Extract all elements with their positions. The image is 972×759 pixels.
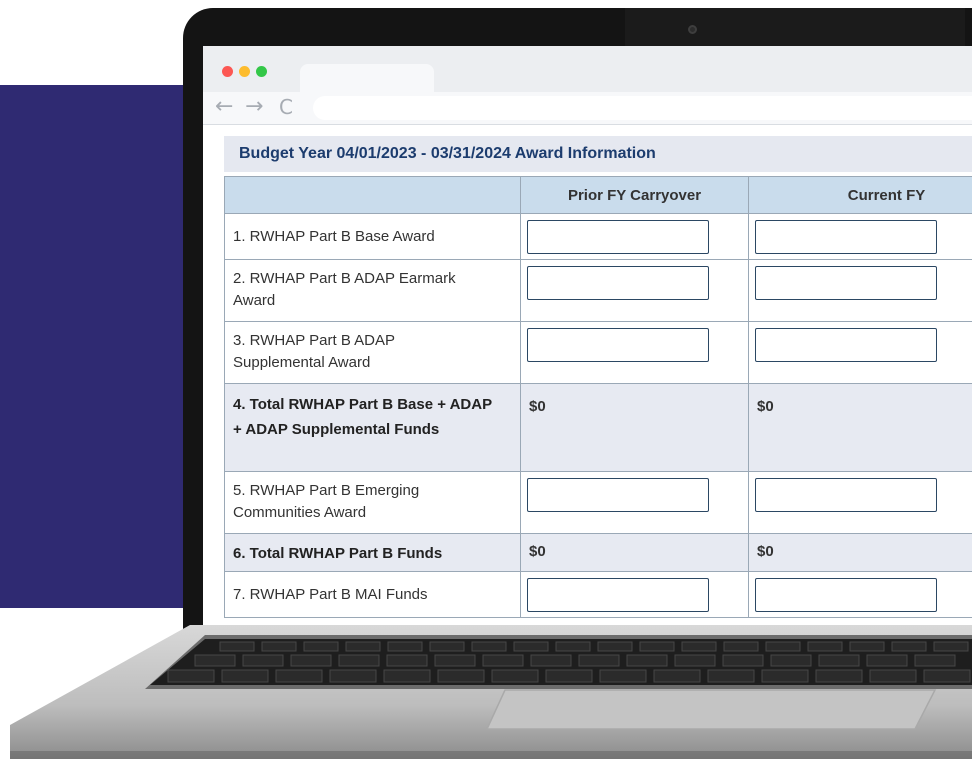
- maximize-window-icon[interactable]: [256, 66, 267, 77]
- row-label: 2. RWHAP Part B ADAP Earmark Award: [233, 270, 456, 309]
- row-label: 1. RWHAP Part B Base Award: [233, 228, 435, 245]
- header-prior-fy-carryover: Prior FY Carryover: [520, 176, 749, 214]
- forward-arrow-icon[interactable]: →: [245, 94, 263, 120]
- table-row: 2. RWHAP Part B ADAP Earmark Award: [224, 259, 972, 322]
- adap-earmark-prior-input[interactable]: [527, 266, 709, 300]
- row-label: 5. RWHAP Part B Emerging Communities Awa…: [233, 482, 420, 521]
- table-row: 5. RWHAP Part B Emerging Communities Awa…: [224, 471, 972, 534]
- browser-tab[interactable]: [300, 64, 434, 92]
- table-row-total: 4. Total RWHAP Part B Base + ADAP + ADAP…: [224, 383, 972, 472]
- total-base-prior-value: $0: [529, 398, 546, 415]
- minimize-window-icon[interactable]: [239, 66, 250, 77]
- laptop-screen: ← → C Budget Year 04/01/2023 - 03/31/202…: [203, 46, 972, 626]
- table-row: 1. RWHAP Part B Base Award: [224, 213, 972, 260]
- mai-funds-current-input[interactable]: [755, 578, 937, 612]
- table-row-total: 6. Total RWHAP Part B Funds $0 $0: [224, 533, 972, 572]
- close-window-icon[interactable]: [222, 66, 233, 77]
- award-information-table: Prior FY Carryover Current FY 1. RWHAP P…: [224, 176, 972, 618]
- total-base-current-value: $0: [757, 398, 774, 415]
- adap-supplemental-prior-input[interactable]: [527, 328, 709, 362]
- laptop-notch: [625, 8, 965, 48]
- emerging-communities-current-input[interactable]: [755, 478, 937, 512]
- header-row-label: [224, 176, 521, 214]
- base-award-current-input[interactable]: [755, 220, 937, 254]
- row-label: 3. RWHAP Part B ADAP Supplemental Award: [233, 332, 395, 371]
- window-controls: [222, 66, 267, 77]
- back-arrow-icon[interactable]: ←: [215, 94, 233, 120]
- table-row: 3. RWHAP Part B ADAP Supplemental Award: [224, 321, 972, 384]
- touchpad[interactable]: [485, 689, 937, 730]
- total-funds-prior-value: $0: [529, 543, 546, 560]
- adap-supplemental-current-input[interactable]: [755, 328, 937, 362]
- adap-earmark-current-input[interactable]: [755, 266, 937, 300]
- browser-nav-bar: ← → C: [203, 92, 972, 125]
- header-current-fy: Current FY: [748, 176, 972, 214]
- emerging-communities-prior-input[interactable]: [527, 478, 709, 512]
- row-label: 7. RWHAP Part B MAI Funds: [233, 586, 428, 603]
- address-bar[interactable]: [313, 96, 972, 120]
- camera-icon: [688, 25, 697, 34]
- row-label: 6. Total RWHAP Part B Funds: [233, 545, 443, 562]
- table-row: 7. RWHAP Part B MAI Funds: [224, 571, 972, 618]
- base-award-prior-input[interactable]: [527, 220, 709, 254]
- browser-tab-bar: [203, 46, 972, 92]
- reload-icon[interactable]: C: [279, 94, 293, 120]
- row-label: 4. Total RWHAP Part B Base + ADAP + ADAP…: [233, 396, 492, 438]
- total-funds-current-value: $0: [757, 543, 774, 560]
- page-title: Budget Year 04/01/2023 - 03/31/2024 Awar…: [224, 136, 972, 172]
- laptop-keyboard-base: [10, 625, 972, 759]
- table-header-row: Prior FY Carryover Current FY: [224, 176, 972, 214]
- mai-funds-prior-input[interactable]: [527, 578, 709, 612]
